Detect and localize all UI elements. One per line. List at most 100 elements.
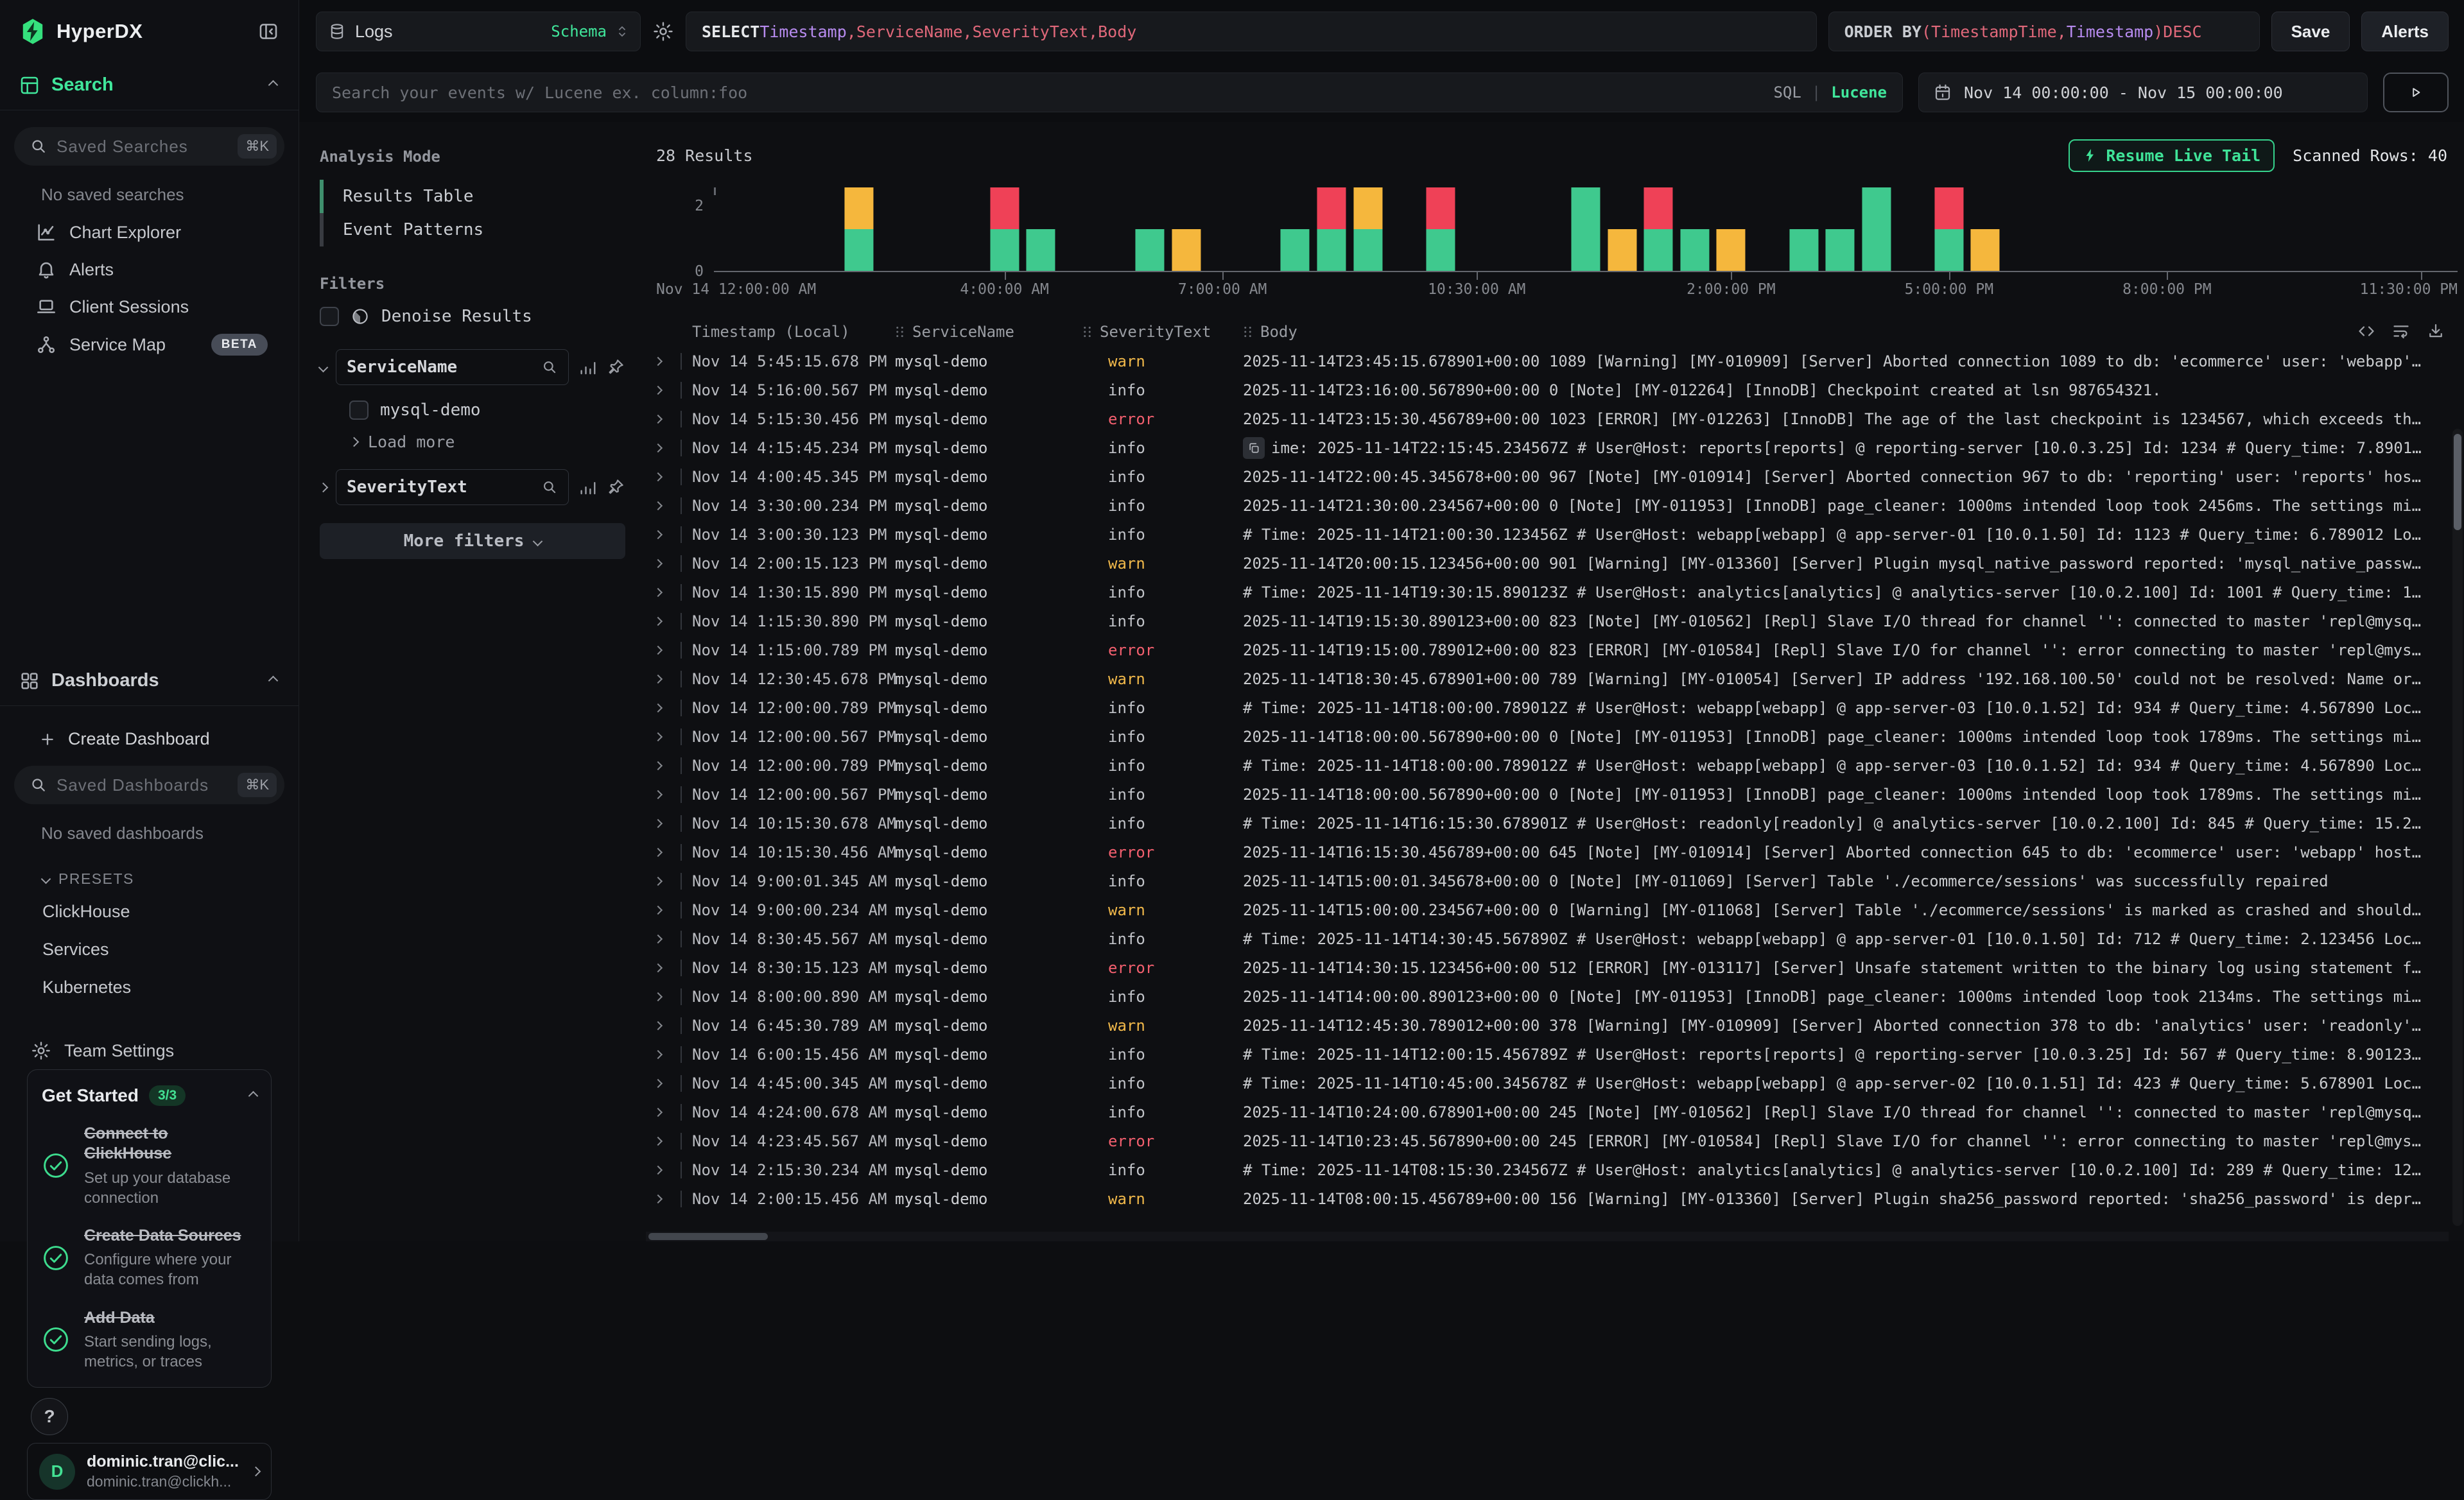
table-row[interactable]: Nov 14 6:00:15.456 AMmysql-demoinfo# Tim… [655,1040,2464,1069]
servicename-filter-box[interactable]: ServiceName [336,349,569,385]
row-expander-icon[interactable] [655,907,681,913]
column-header-servicename[interactable]: ServiceName [895,323,1082,341]
presets-toggle[interactable]: PRESETS [14,852,284,893]
row-expander-icon[interactable] [655,791,681,798]
table-row[interactable]: Nov 14 9:00:01.345 AMmysql-demoinfo2025-… [655,866,2464,895]
table-row[interactable]: Nov 14 2:00:15.456 AMmysql-demowarn2025-… [655,1184,2464,1213]
source-settings-gear-icon[interactable] [652,21,674,42]
row-expander-icon[interactable] [655,1109,681,1116]
download-icon[interactable] [2427,322,2445,340]
sidebar-item-team-settings[interactable]: Team Settings [14,1032,284,1069]
table-row[interactable]: Nov 14 3:00:30.123 PMmysql-demoinfo# Tim… [655,520,2464,549]
row-expander-icon[interactable] [655,1138,681,1144]
user-menu[interactable]: D dominic.tran@clic... dominic.tran@clic… [27,1443,272,1500]
table-row[interactable]: Nov 14 3:30:00.234 PMmysql-demoinfo2025-… [655,491,2464,520]
table-row[interactable]: Nov 14 10:15:30.678 AMmysql-demoinfo# Ti… [655,809,2464,838]
more-filters-button[interactable]: More filters [320,523,625,559]
mode-event-patterns[interactable]: Event Patterns [320,213,625,246]
get-started-step[interactable]: Connect to ClickHouse Set up your databa… [42,1124,257,1208]
horizontal-scrollbar[interactable] [646,1232,2449,1241]
sidebar-section-dashboards[interactable]: Dashboards [0,659,299,706]
row-expander-icon[interactable] [655,416,681,422]
source-select[interactable]: Logs Schema [316,12,641,51]
table-row[interactable]: Nov 14 8:30:15.123 AMmysql-demoerror2025… [655,953,2464,982]
bar-chart-icon[interactable] [578,478,597,497]
date-range-picker[interactable]: Nov 14 00:00:00 - Nov 15 00:00:00 [1918,73,2368,112]
search-icon[interactable] [541,479,558,496]
bar-chart-icon[interactable] [578,358,597,377]
table-row[interactable]: Nov 14 4:15:45.234 PMmysql-demoinfoime: … [655,433,2464,462]
alerts-button[interactable]: Alerts [2361,12,2449,51]
row-expander-icon[interactable] [655,445,681,451]
pin-icon[interactable] [606,358,625,377]
save-button[interactable]: Save [2271,12,2350,51]
table-row[interactable]: Nov 14 12:00:00.567 PMmysql-demoinfo2025… [655,722,2464,751]
row-expander-icon[interactable] [655,763,681,769]
collapse-sidebar-icon[interactable] [257,21,279,42]
row-expander-icon[interactable] [655,1022,681,1029]
row-expander-icon[interactable] [655,994,681,1000]
table-row[interactable]: Nov 14 12:00:00.567 PMmysql-demoinfo2025… [655,780,2464,809]
table-row[interactable]: Nov 14 8:00:00.890 AMmysql-demoinfo2025-… [655,982,2464,1011]
table-row[interactable]: Nov 14 5:15:30.456 PMmysql-demoerror2025… [655,404,2464,433]
table-row[interactable]: Nov 14 12:30:45.678 PMmysql-demowarn2025… [655,664,2464,693]
create-dashboard-button[interactable]: Create Dashboard [14,710,284,766]
sidebar-item-service-map[interactable]: Service Map BETA [14,325,284,364]
table-row[interactable]: Nov 14 12:00:00.789 PMmysql-demoinfo# Ti… [655,751,2464,780]
row-expander-icon[interactable] [655,849,681,856]
table-row[interactable]: Nov 14 4:24:00.678 AMmysql-demoinfo2025-… [655,1098,2464,1126]
code-view-icon[interactable] [2357,322,2375,340]
sidebar-item-chart-explorer[interactable]: Chart Explorer [14,214,284,251]
mode-results-table[interactable]: Results Table [320,180,625,213]
select-query-input[interactable]: SELECT Timestamp,ServiceName,SeverityTex… [686,12,1817,51]
load-more-button[interactable]: Load more [320,425,625,469]
row-expander-icon[interactable] [655,734,681,740]
column-grip-icon[interactable] [1082,325,1092,339]
sidebar-item-alerts[interactable]: Alerts [14,251,284,288]
row-expander-icon[interactable] [655,618,681,625]
saved-searches-input[interactable]: ⌘K [14,127,284,166]
preset-services[interactable]: Services [14,931,284,969]
saved-dashboards-field[interactable] [56,775,229,795]
order-by-input[interactable]: ORDER BY (TimestampTime, Timestamp) DESC [1828,12,2260,51]
table-row[interactable]: Nov 14 1:15:30.890 PMmysql-demoinfo2025-… [655,607,2464,635]
mysql-demo-checkbox[interactable] [349,401,369,420]
preset-kubernetes[interactable]: Kubernetes [14,969,284,1006]
vertical-scrollbar-thumb[interactable] [2454,434,2461,530]
row-expander-icon[interactable] [655,1167,681,1173]
table-row[interactable]: Nov 14 2:00:15.123 PMmysql-demowarn2025-… [655,549,2464,578]
row-expander-icon[interactable] [655,387,681,393]
filter-value-mysql-demo[interactable]: mysql-demo [320,395,625,425]
row-expander-icon[interactable] [655,503,681,509]
column-header-severitytext[interactable]: SeverityText [1082,323,1243,341]
table-row[interactable]: Nov 14 9:00:00.234 AMmysql-demowarn2025-… [655,895,2464,924]
get-started-step[interactable]: Create Data Sources Configure where your… [42,1226,257,1290]
row-expander-icon[interactable] [655,1196,681,1202]
column-grip-icon[interactable] [895,325,905,339]
column-header-body[interactable]: Body [1243,323,2464,341]
run-query-button[interactable] [2383,73,2449,112]
severitytext-filter-box[interactable]: SeverityText [336,469,569,505]
row-expander-icon[interactable] [655,1051,681,1058]
preset-clickhouse[interactable]: ClickHouse [14,893,284,931]
table-row[interactable]: Nov 14 4:45:00.345 AMmysql-demoinfo# Tim… [655,1069,2464,1098]
table-row[interactable]: Nov 14 5:45:15.678 PMmysql-demowarn2025-… [655,347,2464,375]
resume-live-tail-button[interactable]: Resume Live Tail [2069,139,2275,172]
table-row[interactable]: Nov 14 4:23:45.567 AMmysql-demoerror2025… [655,1126,2464,1155]
row-expander-icon[interactable] [655,705,681,711]
chevron-right-icon[interactable] [318,482,329,492]
sidebar-section-search[interactable]: Search [0,63,299,110]
horizontal-scrollbar-thumb[interactable] [648,1233,768,1240]
table-row[interactable]: Nov 14 4:00:45.345 PMmysql-demoinfo2025-… [655,462,2464,491]
row-expander-icon[interactable] [655,358,681,365]
row-expander-icon[interactable] [655,560,681,567]
row-expander-icon[interactable] [655,820,681,827]
table-row[interactable]: Nov 14 5:16:00.567 PMmysql-demoinfo2025-… [655,375,2464,404]
chevron-down-icon[interactable] [318,362,329,372]
help-button[interactable]: ? [31,1398,68,1435]
event-search-field[interactable] [332,83,1760,102]
table-row[interactable]: Nov 14 8:30:45.567 AMmysql-demoinfo# Tim… [655,924,2464,953]
denoise-checkbox[interactable] [320,307,339,326]
denoise-results-row[interactable]: Denoise Results [320,307,625,326]
row-expander-icon[interactable] [655,965,681,971]
